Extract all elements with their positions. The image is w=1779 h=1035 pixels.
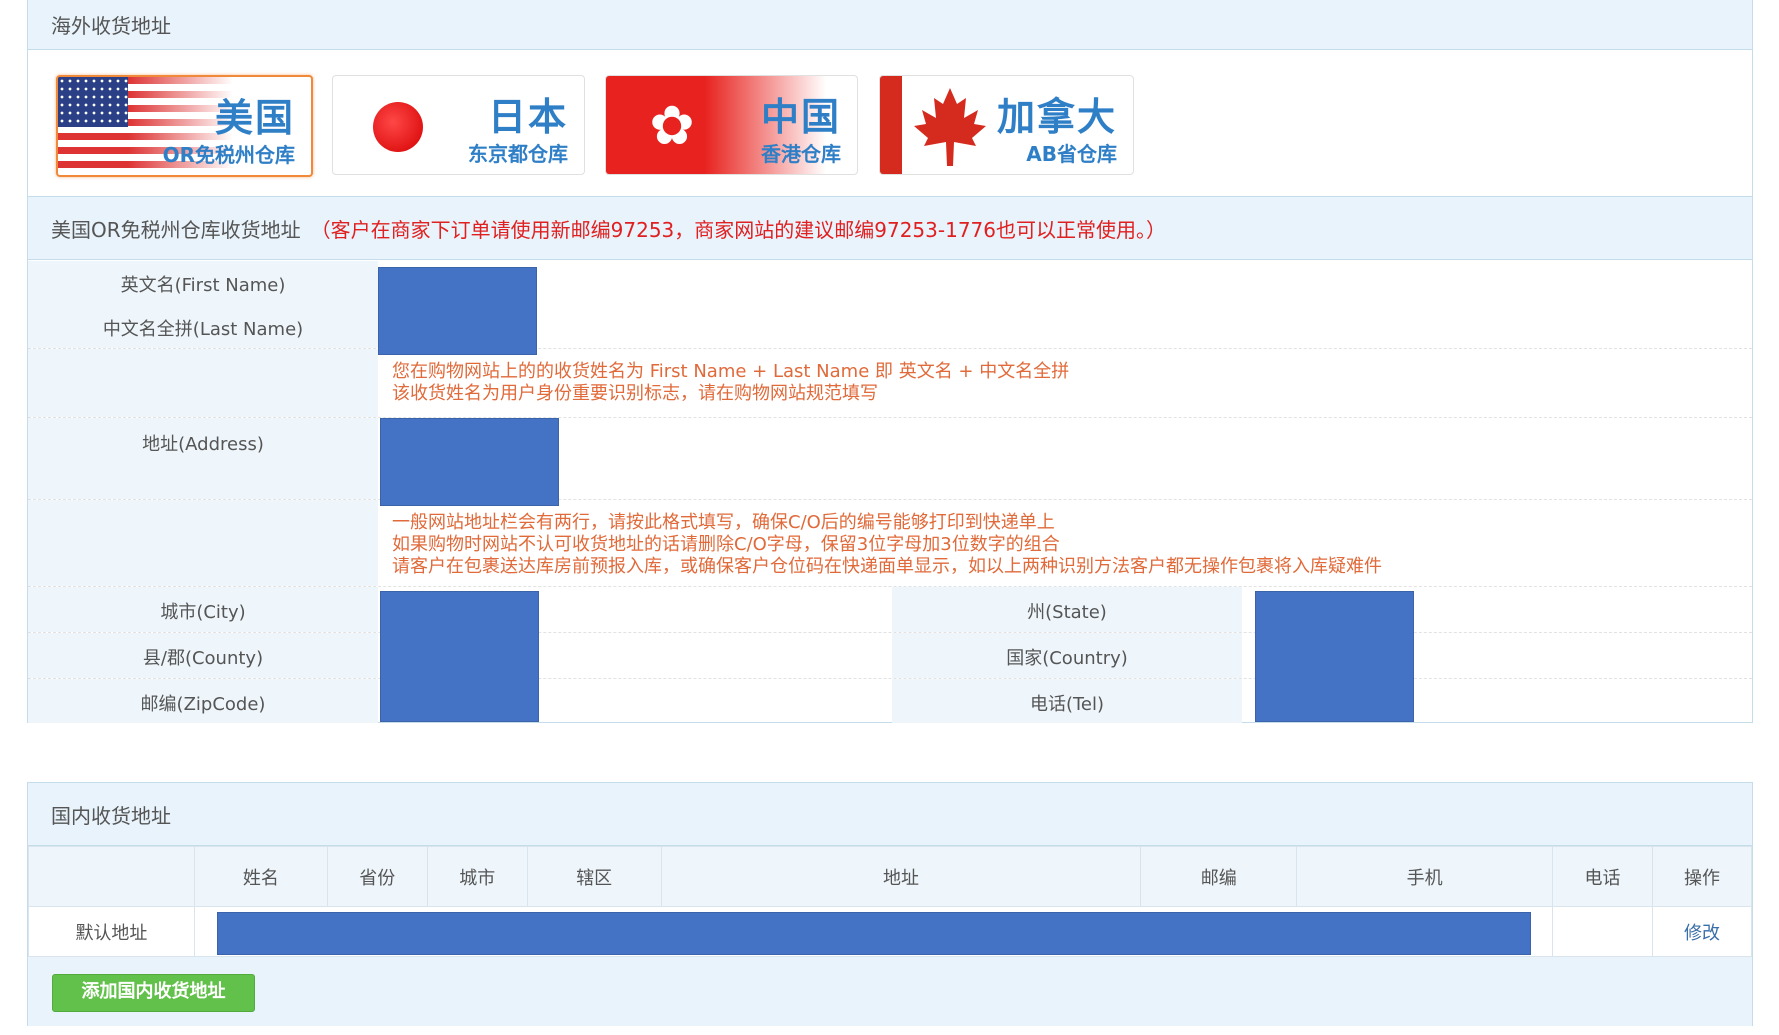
edit-link[interactable]: 修改 <box>1651 906 1753 957</box>
label-column <box>28 500 378 586</box>
city-state-row: 城市(City) 州(State) <box>28 587 1752 633</box>
warehouse-tab-hongkong[interactable]: ✿ 中国 香港仓库 <box>605 75 858 175</box>
overseas-address-panel: 海外收货地址 美国 OR免税州仓库 日本 东京都仓库 ✿ 中国 香港仓库 加拿大… <box>27 0 1753 723</box>
first-name-label: 英文名(First Name) <box>120 275 286 296</box>
column-header-city: 城市 <box>426 846 528 907</box>
name-notes-row: 您在购物网站上的的收货姓名为 First Name + Last Name 即 … <box>28 349 1752 418</box>
warehouse-subtitle: 东京都仓库 <box>468 142 568 166</box>
redacted-domestic-address <box>216 912 1531 955</box>
japan-flag-icon <box>373 102 423 152</box>
tel-label: 电话(Tel) <box>1029 694 1105 715</box>
domestic-address-table: 姓名 省份 城市 辖区 地址 邮编 手机 电话 操作 默认地址 修改 <box>28 846 1753 957</box>
warehouse-subtitle: 香港仓库 <box>761 142 841 166</box>
table-header-row: 姓名 省份 城市 辖区 地址 邮编 手机 电话 操作 <box>28 846 1753 907</box>
county-label: 县/郡(County) <box>142 648 264 669</box>
zipcode-label: 邮编(ZipCode) <box>140 694 266 715</box>
column-header-phone: 电话 <box>1552 846 1653 907</box>
warehouse-name: 中国 <box>760 95 841 139</box>
redacted-state-country-tel <box>1255 591 1414 722</box>
zipcode-notice: （客户在商家下订单请使用新邮编97253，商家网站的建议邮编97253-1776… <box>310 217 1167 242</box>
warehouse-subtitle: OR免税州仓库 <box>162 143 295 167</box>
address-note-3: 请客户在包裹送达库房前预报入库，或确保客户仓位码在快递面单显示，如以上两种识别方… <box>392 556 1382 577</box>
redacted-name-value <box>378 267 537 355</box>
domestic-panel-footer: 添加国内收货地址 <box>28 956 1752 1026</box>
name-note-1: 您在购物网站上的的收货姓名为 First Name + Last Name 即 … <box>392 361 1070 382</box>
canada-flag-icon <box>910 84 990 170</box>
overseas-panel-title: 海外收货地址 <box>51 13 171 38</box>
column-header-province: 省份 <box>326 846 428 907</box>
address-notes-row: 一般网站地址栏会有两行，请按此格式填写，确保C/O后的编号能够打印到快递单上 如… <box>28 500 1752 587</box>
domestic-panel-header: 国内收货地址 <box>28 783 1752 846</box>
warehouse-tab-canada[interactable]: 加拿大 AB省仓库 <box>879 75 1134 175</box>
address-note-1: 一般网站地址栏会有两行，请按此格式填写，确保C/O后的编号能够打印到快递单上 <box>392 512 1055 533</box>
city-label: 城市(City) <box>160 602 246 623</box>
warehouse-name: 加拿大 <box>996 95 1117 139</box>
label-column <box>28 349 378 417</box>
canada-flag-bar <box>880 76 902 174</box>
warehouse-subtitle: AB省仓库 <box>1026 142 1117 166</box>
zip-tel-row: 邮编(ZipCode) 电话(Tel) <box>28 679 1752 723</box>
warehouse-tab-japan[interactable]: 日本 东京都仓库 <box>332 75 585 175</box>
name-note-2: 该收货姓名为用户身份重要识别标志，请在购物网站规范填写 <box>392 383 878 404</box>
domestic-panel-title: 国内收货地址 <box>51 803 171 828</box>
column-header-mobile: 手机 <box>1296 846 1554 907</box>
warehouse-name: 日本 <box>487 95 568 139</box>
state-label: 州(State) <box>1027 602 1107 623</box>
column-header-district: 辖区 <box>526 846 662 907</box>
overseas-panel-header: 海外收货地址 <box>28 0 1752 50</box>
warehouse-address-header: 美国OR免税州仓库收货地址 （客户在商家下订单请使用新邮编97253，商家网站的… <box>28 196 1752 260</box>
table-row: 默认地址 修改 <box>28 906 1753 957</box>
redacted-city-county-zip <box>380 591 539 722</box>
warehouse-address-title: 美国OR免税州仓库收货地址 <box>51 217 301 242</box>
add-domestic-address-button[interactable]: 添加国内收货地址 <box>52 974 255 1012</box>
table-header-empty <box>28 846 195 907</box>
domestic-address-panel: 国内收货地址 姓名 省份 城市 辖区 地址 邮编 手机 电话 操作 默认地址 修… <box>27 782 1753 1026</box>
maple-leaf-icon <box>914 88 986 166</box>
warehouse-name: 美国 <box>214 96 295 140</box>
redacted-address-cells <box>193 906 1554 957</box>
address-note-2: 如果购物时网站不认可收货地址的话请删除C/O字母，保留3位字母加3位数字的组合 <box>392 534 1060 555</box>
redacted-address-value <box>380 418 559 506</box>
default-address-label: 默认地址 <box>28 906 195 957</box>
bauhinia-icon: ✿ <box>649 94 695 157</box>
last-name-label: 中文名全拼(Last Name) <box>102 319 304 340</box>
country-label: 国家(Country) <box>1006 648 1128 669</box>
column-header-action: 操作 <box>1651 846 1753 907</box>
county-country-row: 县/郡(County) 国家(Country) <box>28 633 1752 679</box>
column-header-name: 姓名 <box>193 846 328 907</box>
phone-cell <box>1552 906 1653 957</box>
name-row: 英文名(First Name) 中文名全拼(Last Name) <box>28 261 1752 355</box>
address-row: 地址(Address) <box>28 418 1752 506</box>
us-flag-canton <box>58 77 128 127</box>
column-header-address: 地址 <box>660 846 1142 907</box>
address-label: 地址(Address) <box>142 434 264 455</box>
warehouse-tab-us[interactable]: 美国 OR免税州仓库 <box>56 75 313 177</box>
column-header-zipcode: 邮编 <box>1140 846 1298 907</box>
